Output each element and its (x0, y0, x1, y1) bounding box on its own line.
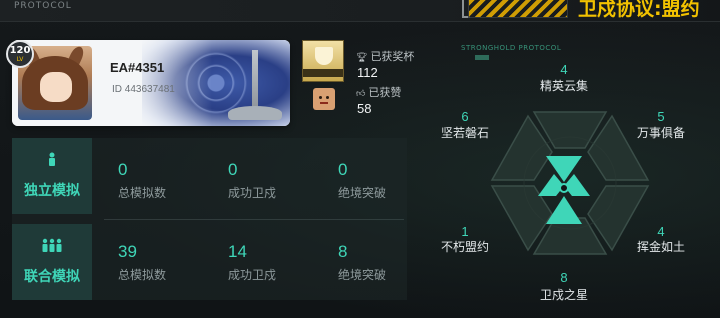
solo-total-label: 总模拟数 (118, 186, 167, 200)
page-title: 卫戍协议:盟约 (578, 0, 700, 20)
player-name: EA#4351 (110, 60, 165, 75)
solo-success-label: 成功卫戍 (228, 186, 277, 200)
header-hazard-stripes (468, 0, 568, 18)
thumbs-up-icon: 👍︎ (356, 89, 366, 99)
trophy-medal-icon[interactable] (302, 40, 344, 82)
group-people-icon (12, 238, 92, 256)
solo-breakthrough-label: 绝境突破 (338, 186, 387, 200)
profile-card[interactable]: EA#4351 ID 443637481 (12, 40, 290, 126)
header-small-label: PROTOCOL (14, 1, 72, 11)
solo-success-value: 0 (228, 160, 238, 179)
level-number: 120 (9, 45, 31, 56)
node-lower-left-label: 不朽盟约 (440, 240, 489, 254)
node-lower-left-value: 1 (461, 224, 469, 239)
coop-success-label: 成功卫戍 (228, 268, 277, 282)
node-upper-right-value: 5 (657, 109, 665, 124)
node-top-label: 精英云集 (539, 79, 588, 93)
likes-label: 👍︎ 已获赞 (356, 86, 402, 99)
row-label-coop: 联合模拟 (12, 224, 92, 300)
trophy-count: 112 (357, 65, 378, 80)
single-person-icon (12, 152, 92, 170)
node-top-value: 4 (560, 62, 568, 77)
player-id: ID 443637481 (112, 84, 175, 95)
tower-base-illustration (228, 106, 282, 120)
level-badge: 120 LV (6, 40, 34, 68)
stats-panel: 独立模拟 0 总模拟数 0 成功卫戍 0 绝境突破 联合模拟 39 总模拟数 1… (12, 138, 407, 300)
node-upper-left-label: 坚若磐石 (440, 126, 489, 140)
node-upper-right-label: 万事俱备 (636, 126, 685, 140)
coop-success-value: 14 (228, 242, 247, 261)
trophy-icon: 🏆︎ (356, 53, 368, 63)
coop-breakthrough-value: 8 (338, 242, 348, 261)
node-lower-right-value: 4 (657, 224, 665, 239)
node-upper-left-value: 6 (461, 109, 469, 124)
row-label-solo: 独立模拟 (12, 138, 92, 214)
coop-breakthrough-label: 绝境突破 (338, 268, 387, 282)
solo-total-value: 0 (118, 160, 128, 179)
radiation-emblem-icon (538, 156, 590, 224)
trophy-label: 🏆︎ 已获奖杯 (356, 50, 415, 63)
level-suffix: LV (16, 56, 24, 63)
row-divider (104, 219, 404, 220)
coop-total-label: 总模拟数 (118, 268, 167, 282)
protocol-caption: STRONGHOLD PROTOCOL (461, 44, 562, 52)
node-lower-right-label: 挥金如土 (636, 240, 685, 254)
solo-breakthrough-value: 0 (338, 160, 348, 179)
likes-count: 58 (357, 101, 372, 116)
node-bottom-value: 8 (560, 270, 568, 285)
protocol-caption-bar (475, 55, 489, 60)
avatar-emote-icon[interactable] (313, 88, 335, 110)
node-bottom-label: 卫戍之星 (539, 288, 588, 302)
coop-total-value: 39 (118, 242, 137, 261)
